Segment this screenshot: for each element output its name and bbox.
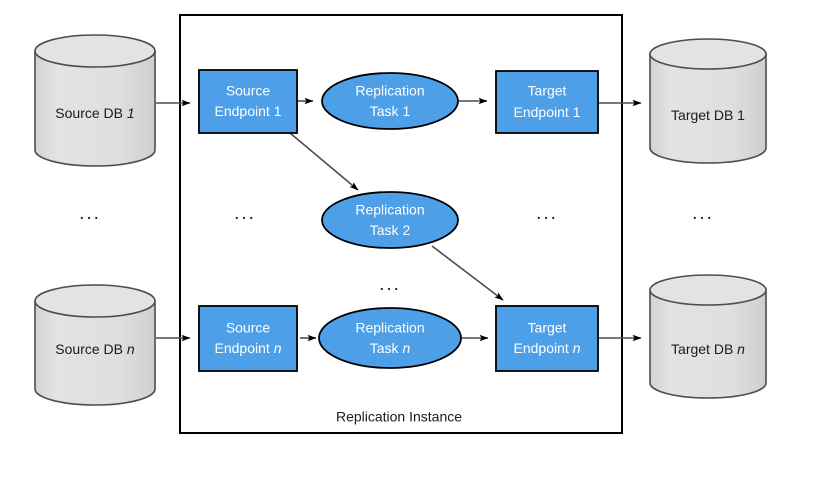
target-db-1[interactable]: Target DB 1 xyxy=(649,38,767,164)
source-db-1[interactable]: Source DB 1 xyxy=(34,34,156,167)
source-endpoint-1-label-line1: Source xyxy=(226,83,271,99)
replication-task-n-label-line2: Task n xyxy=(370,340,411,356)
replication-task-1[interactable]: Replication Task 1 xyxy=(321,72,459,130)
replication-task-n-ellipse xyxy=(318,307,462,369)
replication-task-2-label-line2: Task 2 xyxy=(370,222,411,238)
source-endpoint-1[interactable]: Source Endpoint 1 xyxy=(198,69,298,134)
replication-task-1-ellipse xyxy=(321,72,459,130)
ellipsis-replication-task: ... xyxy=(379,274,401,295)
arrow-task-2-to-target-endpoint-n xyxy=(431,245,504,301)
source-db-n-label: Source DB n xyxy=(55,341,135,357)
ellipsis-source-db: ... xyxy=(79,203,101,224)
replication-task-n-label-line1: Replication xyxy=(355,320,424,336)
target-endpoint-n-label-line2: Endpoint n xyxy=(514,340,581,356)
replication-task-2[interactable]: Replication Task 2 xyxy=(321,191,459,249)
target-endpoint-1-label-line1: Target xyxy=(528,83,567,99)
target-db-n-label: Target DB n xyxy=(671,341,745,357)
target-endpoint-1-box xyxy=(495,70,599,134)
source-endpoint-1-box xyxy=(198,69,298,134)
source-db-1-label: Source DB 1 xyxy=(55,105,134,121)
replication-task-2-label-line1: Replication xyxy=(355,202,424,218)
source-endpoint-1-label-line2: Endpoint 1 xyxy=(215,103,282,119)
source-endpoint-n-label-line1: Source xyxy=(226,320,271,336)
target-endpoint-1[interactable]: Target Endpoint 1 xyxy=(495,70,599,134)
target-db-1-cylinder-top xyxy=(649,38,767,70)
replication-instance-label: Replication Instance xyxy=(336,409,462,425)
ellipsis-target-endpoint: ... xyxy=(536,203,558,224)
replication-architecture-diagram: Replication Instance Source DB 1 Source … xyxy=(34,14,767,434)
ellipsis-target-db: ... xyxy=(692,203,714,224)
target-endpoint-n-label-line1: Target xyxy=(528,320,567,336)
arrow-source-endpoint-1-to-task-2 xyxy=(289,132,359,191)
replication-task-1-label-line2: Task 1 xyxy=(370,103,411,119)
replication-task-1-label-line1: Replication xyxy=(355,83,424,99)
source-db-1-cylinder-top xyxy=(34,34,156,68)
replication-task-n[interactable]: Replication Task n xyxy=(318,307,462,369)
ellipsis-source-endpoint: ... xyxy=(234,203,256,224)
source-db-n[interactable]: Source DB n xyxy=(34,284,156,406)
target-db-1-label: Target DB 1 xyxy=(671,107,745,123)
source-endpoint-n-label-line2: Endpoint n xyxy=(215,340,282,356)
target-endpoint-1-label-line2: Endpoint 1 xyxy=(514,104,581,120)
diagram-canvas: Replication Instance Source DB 1 Source … xyxy=(0,0,837,504)
target-db-n[interactable]: Target DB n xyxy=(649,274,767,399)
source-db-n-cylinder-top xyxy=(34,284,156,318)
source-endpoint-n[interactable]: Source Endpoint n xyxy=(198,305,298,372)
target-endpoint-n-box xyxy=(495,305,599,372)
target-endpoint-n[interactable]: Target Endpoint n xyxy=(495,305,599,372)
replication-task-2-ellipse xyxy=(321,191,459,249)
source-endpoint-n-box xyxy=(198,305,298,372)
target-db-n-cylinder-top xyxy=(649,274,767,306)
